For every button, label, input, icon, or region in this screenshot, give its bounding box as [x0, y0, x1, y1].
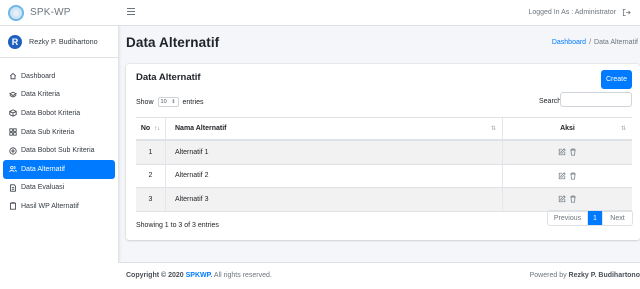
sidebar-item-label: Dashboard: [21, 72, 56, 80]
cell-no: 1: [136, 141, 166, 164]
show-label: Show: [136, 98, 154, 106]
topbar: Logged In As : Administrator: [118, 0, 640, 26]
cell-no: 2: [136, 164, 166, 187]
breadcrumb-home-link[interactable]: Dashboard: [552, 39, 586, 46]
sort-icon: ⇅: [490, 126, 496, 132]
pagination-page-button[interactable]: 1: [588, 211, 602, 225]
cell-actions: [503, 165, 632, 188]
grid-icon: [8, 128, 17, 137]
sidebar-item-label: Data Alternatif: [21, 165, 65, 173]
sidebar-item-dashboard[interactable]: Dashboard: [3, 67, 115, 86]
table-info: Showing 1 to 3 of 3 entries: [136, 222, 219, 229]
trash-icon[interactable]: [569, 148, 577, 156]
breadcrumb-current: Data Alternatif: [594, 39, 638, 46]
users-icon: [8, 165, 17, 174]
avatar: R: [8, 34, 22, 49]
pagination: Previous 1 Next: [547, 210, 633, 226]
entries-select-value: 10: [160, 99, 167, 105]
sidebar-item-data-alternatif[interactable]: Data Alternatif: [3, 159, 115, 179]
edit-icon[interactable]: [558, 148, 566, 156]
sidebar-item-label: Data Bobot Sub Kriteria: [21, 147, 95, 155]
select-arrows-icon: ⇕: [171, 99, 176, 105]
table-row: 1 Alternatif 1: [136, 141, 632, 165]
cell-name: Alternatif 3: [166, 188, 503, 211]
cell-actions: [503, 188, 632, 211]
layers-icon: [8, 90, 17, 99]
entries-label: entries: [182, 98, 204, 106]
sidebar-item-label: Data Kriteria: [21, 91, 60, 99]
table-header-row: No ↑↓ Nama Alternatif ⇅ Aksi ⇅: [136, 117, 632, 141]
user-panel[interactable]: R Rezky P. Budihartono: [0, 26, 118, 58]
table-row: 2 Alternatif 2: [136, 164, 632, 188]
sidebar-item-label: Data Evaluasi: [21, 184, 65, 192]
disc-icon: [8, 146, 17, 155]
box-icon: [8, 109, 17, 118]
clipboard-icon: [8, 202, 17, 211]
cell-no: 3: [136, 188, 166, 211]
copyright-suffix: All rights reserved.: [213, 272, 272, 279]
column-header-label: No: [140, 125, 151, 132]
alternatif-table: No ↑↓ Nama Alternatif ⇅ Aksi ⇅ 1 Alterna…: [136, 117, 632, 212]
trash-icon[interactable]: [569, 195, 577, 203]
sidebar-item-hasil-wp-alternatif[interactable]: Hasil WP Alternatif: [3, 197, 115, 216]
user-name: Rezky P. Budihartono: [29, 37, 98, 46]
sidebar-item-data-evaluasi[interactable]: Data Evaluasi: [3, 179, 115, 198]
breadcrumb: Dashboard / Data Alternatif: [552, 39, 638, 46]
logged-in-label: Logged In As : Administrator: [528, 9, 616, 16]
column-header-nama-alternatif[interactable]: Nama Alternatif ⇅: [166, 118, 503, 139]
breadcrumb-separator: /: [589, 39, 592, 46]
data-alternatif-card: Data Alternatif Create Show 10 ⇕ entries…: [126, 64, 640, 240]
table-row: 3 Alternatif 3: [136, 188, 632, 212]
sidebar-item-data-bobot-sub-kriteria[interactable]: Data Bobot Sub Kriteria: [3, 141, 115, 160]
trash-icon[interactable]: [569, 172, 577, 180]
sort-icon: ⇅: [620, 126, 626, 132]
powered-name: Rezky P. Budihartono: [568, 272, 640, 279]
footer-copyright: Copyright © 2020 SPKWP. All rights reser…: [126, 272, 272, 279]
brand-name: SPK-WP: [30, 7, 71, 18]
pagination-previous-button[interactable]: Previous: [548, 211, 588, 225]
sidebar-item-data-sub-kriteria[interactable]: Data Sub Kriteria: [3, 123, 115, 142]
column-header-label: Aksi: [560, 125, 575, 132]
sidebar: SPK-WP R Rezky P. Budihartono Dashboard …: [0, 0, 118, 289]
column-header-aksi[interactable]: Aksi ⇅: [503, 118, 632, 139]
search-input[interactable]: [560, 92, 632, 107]
sidebar-item-data-bobot-kriteria[interactable]: Data Bobot Kriteria: [3, 104, 115, 123]
footer: Copyright © 2020 SPKWP. All rights reser…: [118, 262, 640, 289]
column-header-no[interactable]: No ↑↓: [136, 118, 166, 139]
column-header-label: Nama Alternatif: [175, 125, 227, 132]
home-icon: [8, 72, 17, 81]
create-button[interactable]: Create: [601, 70, 632, 89]
sort-asc-icon: ↑↓: [154, 125, 161, 132]
cell-actions: [503, 141, 632, 164]
copyright-prefix: Copyright © 2020: [126, 272, 184, 279]
edit-icon[interactable]: [558, 195, 566, 203]
cell-name: Alternatif 2: [166, 164, 503, 187]
powered-prefix: Powered by: [529, 272, 567, 279]
edit-icon[interactable]: [558, 172, 566, 180]
sidebar-item-data-kriteria[interactable]: Data Kriteria: [3, 86, 115, 105]
pagination-next-button[interactable]: Next: [602, 211, 632, 225]
cell-name: Alternatif 1: [166, 141, 503, 164]
file-icon: [8, 183, 17, 192]
entries-select[interactable]: 10 ⇕: [157, 97, 179, 107]
footer-powered-by: Powered by Rezky P. Budihartono: [530, 272, 640, 279]
sidebar-item-label: Data Sub Kriteria: [21, 128, 75, 136]
logout-icon[interactable]: [622, 8, 631, 17]
brand[interactable]: SPK-WP: [0, 0, 118, 26]
sidebar-item-label: Hasil WP Alternatif: [21, 202, 79, 210]
page-title: Data Alternatif: [126, 35, 220, 50]
sidebar-item-label: Data Bobot Kriteria: [21, 109, 81, 117]
sidebar-nav: Dashboard Data Kriteria Data Bobot Krite…: [0, 58, 118, 216]
brand-logo-icon: [8, 4, 24, 21]
show-entries: Show 10 ⇕ entries: [136, 97, 204, 107]
card-title: Data Alternatif: [136, 72, 201, 83]
footer-brand-link[interactable]: SPKWP.: [186, 272, 213, 279]
menu-toggle-icon[interactable]: [127, 8, 135, 16]
